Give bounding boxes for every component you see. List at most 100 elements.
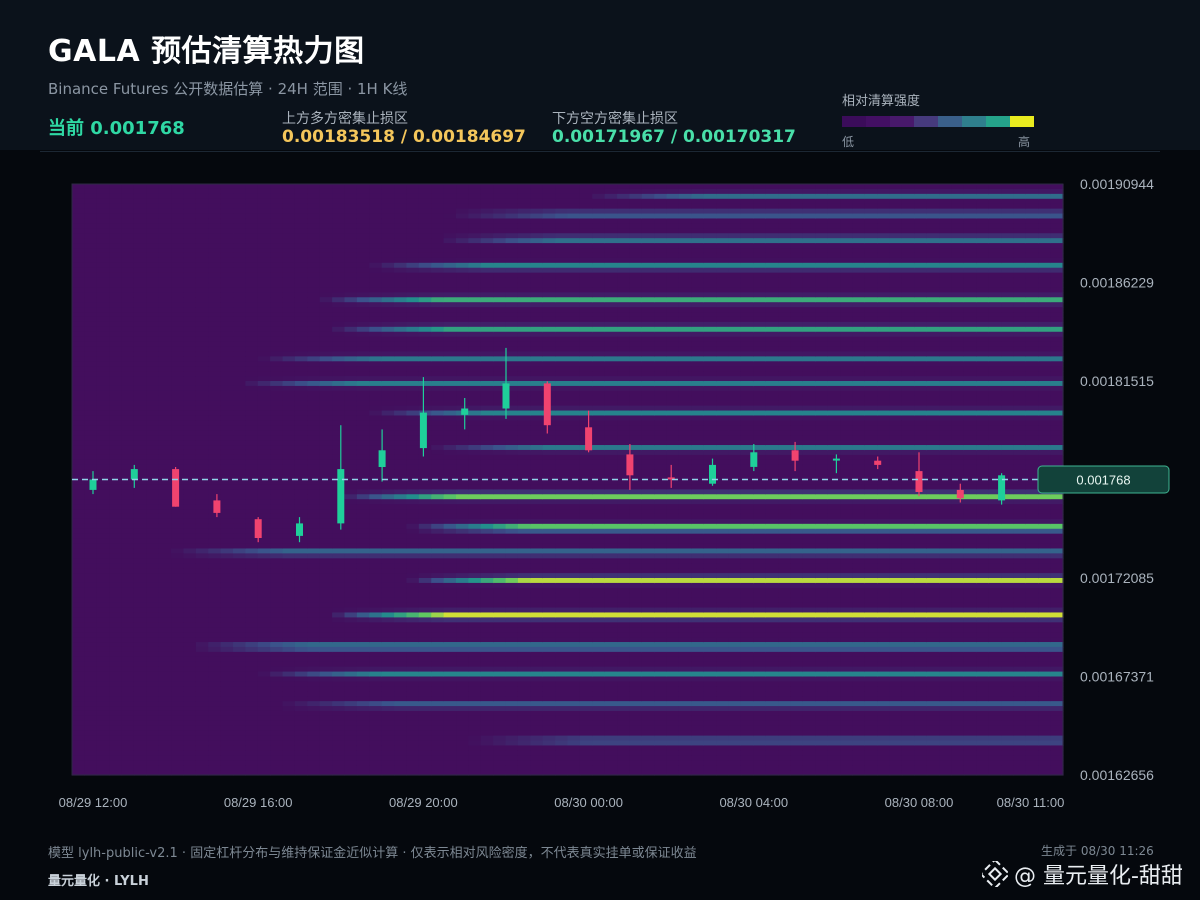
heat-cell [72, 617, 85, 623]
heat-cell [158, 745, 172, 751]
heat-cell [294, 504, 308, 510]
heat-cell [294, 326, 308, 333]
heat-cell [307, 735, 321, 742]
heat-cell [431, 257, 445, 264]
heat-cell [517, 415, 531, 421]
heat-cell [183, 292, 197, 298]
heat-cell [319, 223, 333, 229]
heat-cell [220, 548, 234, 554]
heat-cell [257, 632, 271, 638]
heat-cell [493, 523, 507, 530]
heat-cell [493, 361, 507, 367]
heat-cell [406, 233, 420, 239]
heat-cell [332, 459, 346, 466]
heat-cell [394, 637, 408, 643]
heat-cell [406, 331, 420, 338]
heat-cell [245, 272, 259, 279]
heat-cell [121, 243, 135, 249]
heat-cell [294, 484, 308, 490]
heat-cell [381, 267, 395, 274]
heat-cell [356, 292, 370, 298]
heat-cell [319, 346, 333, 353]
heat-cell [257, 637, 271, 643]
heat-cell [493, 262, 507, 269]
heat-cell [443, 385, 457, 392]
heat-cell [431, 228, 445, 234]
heat-cell [555, 760, 569, 766]
heat-cell [307, 632, 321, 638]
heat-cell [96, 715, 110, 722]
heat-cell [517, 193, 531, 200]
heat-cell [443, 528, 457, 535]
heat-cell [369, 331, 383, 338]
heat-cell [282, 454, 296, 461]
heat-cell [72, 765, 85, 771]
heat-cell [530, 341, 544, 348]
heat-cell [270, 292, 284, 298]
heat-cell [356, 213, 370, 220]
heat-cell [245, 513, 259, 520]
heat-cell [381, 543, 395, 550]
heat-cell [381, 287, 395, 293]
heat-cell [72, 252, 85, 259]
heat-cell [356, 656, 370, 663]
heat-cell [133, 257, 147, 264]
heat-cell [480, 228, 494, 234]
heat-cell [208, 218, 222, 224]
heat-cell [146, 651, 160, 658]
heat-cell [517, 553, 531, 559]
heat-cell [493, 346, 507, 353]
heat-cell [468, 297, 482, 303]
heat-cell [146, 243, 160, 249]
heat-cell [96, 233, 110, 239]
heat-cell [307, 499, 321, 505]
heat-cell [270, 627, 284, 633]
heat-cell [443, 184, 457, 190]
heat-cell [294, 710, 308, 717]
heat-cell [443, 637, 457, 643]
heat-cell [195, 504, 209, 510]
heat-cell [146, 184, 160, 190]
heat-cell [245, 440, 259, 446]
heat-cell [456, 287, 469, 293]
heat-cell [319, 213, 333, 220]
heat-cell [319, 321, 333, 328]
heat-cell [493, 188, 507, 195]
heat-cell [369, 302, 383, 308]
heat-cell [257, 489, 271, 495]
heat-cell [96, 188, 110, 195]
heat-cell [369, 316, 383, 323]
heat-cell [369, 646, 383, 653]
heat-cell [332, 548, 346, 554]
heat-cell [158, 420, 172, 426]
heat-cell [567, 410, 581, 417]
heat-cell [220, 193, 234, 200]
heat-cell [369, 755, 383, 761]
heat-cell [133, 233, 147, 239]
heat-cell [480, 292, 494, 298]
heat-cell [406, 740, 420, 747]
heat-cell [233, 193, 247, 200]
heat-cell [72, 646, 85, 653]
heat-cell [431, 445, 445, 451]
heat-cell [109, 720, 123, 727]
heat-cell [555, 405, 569, 412]
heat-cell [171, 676, 185, 683]
heat-cell [208, 568, 222, 574]
heat-cell [542, 459, 556, 466]
heat-cell [109, 681, 123, 687]
heat-cell [530, 494, 544, 500]
heat-cell [567, 651, 581, 658]
heat-cell [480, 612, 494, 618]
heat-cell [579, 213, 593, 220]
heat-cell [183, 262, 197, 269]
heat-cell [245, 755, 259, 761]
heat-cell [517, 351, 531, 357]
heat-cell [406, 706, 420, 712]
heat-cell [381, 676, 395, 683]
heat-cell [72, 661, 85, 668]
heat-cell [171, 440, 185, 446]
heat-cell [294, 691, 308, 697]
heat-cell [493, 681, 507, 687]
heat-cell [282, 538, 296, 545]
